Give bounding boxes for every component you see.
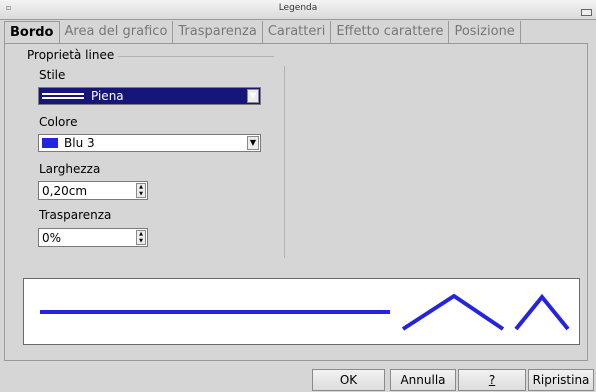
transparency-value[interactable]: 0% bbox=[42, 231, 61, 245]
group-title: Proprietà linee bbox=[27, 48, 115, 62]
help-button[interactable]: ? bbox=[458, 369, 526, 391]
width-label-text: Larghezza bbox=[39, 162, 101, 176]
tab-effetto-carattere[interactable]: Effetto carattere bbox=[331, 21, 450, 43]
width-spinbox[interactable]: 0,20cm ▲ ▼ bbox=[38, 181, 148, 200]
color-label-text: Colore bbox=[39, 115, 78, 129]
tab-caratteri[interactable]: Caratteri bbox=[263, 21, 332, 43]
transparency-spinbox[interactable]: 0% ▲ ▼ bbox=[38, 228, 148, 247]
line-preview-canvas bbox=[40, 293, 570, 331]
tab-posizione[interactable]: Posizione bbox=[449, 21, 521, 43]
reset-button[interactable]: Ripristina bbox=[528, 369, 594, 391]
cancel-button[interactable]: Annulla bbox=[390, 369, 456, 391]
solid-line-icon bbox=[42, 93, 84, 99]
spin-arrows[interactable]: ▲ ▼ bbox=[136, 230, 146, 245]
help-button-label: ? bbox=[488, 373, 496, 387]
tab-bordo[interactable]: Bordo bbox=[4, 21, 60, 44]
tab-area-del-grafico[interactable]: Area del grafico bbox=[60, 21, 174, 43]
width-value[interactable]: 0,20cm bbox=[42, 184, 87, 198]
tab-bar: Bordo Area del grafico Trasparenza Carat… bbox=[4, 21, 521, 44]
color-label: Colore bbox=[39, 115, 77, 129]
spin-arrows[interactable]: ▲ ▼ bbox=[136, 183, 146, 198]
spin-up-icon[interactable]: ▲ bbox=[137, 231, 145, 237]
chevron-down-icon[interactable]: ▼ bbox=[247, 89, 259, 103]
line-preview bbox=[23, 278, 580, 345]
window-title: Legenda bbox=[278, 3, 318, 13]
title-bar: ▫ Legenda bbox=[0, 0, 596, 20]
tab-trasparenza[interactable]: Trasparenza bbox=[173, 21, 263, 43]
color-dropdown[interactable]: Blu 3 ▼ bbox=[38, 134, 261, 152]
group-divider bbox=[118, 56, 274, 57]
chevron-down-icon[interactable]: ▼ bbox=[247, 136, 259, 150]
transparency-label: Trasparenza bbox=[39, 208, 111, 222]
dialog-buttons: OK Annulla ? Ripristina bbox=[0, 369, 596, 392]
color-value: Blu 3 bbox=[64, 136, 95, 150]
preview-angled-line bbox=[401, 293, 505, 331]
style-value: Piena bbox=[91, 89, 124, 103]
transparency-label-text: Trasparenza bbox=[39, 208, 112, 222]
spin-down-icon[interactable]: ▼ bbox=[137, 238, 145, 244]
vertical-separator bbox=[284, 66, 285, 258]
color-swatch bbox=[42, 138, 58, 148]
style-label: Stile bbox=[39, 68, 65, 82]
style-label-text: Stile bbox=[39, 68, 66, 82]
style-dropdown[interactable]: Piena ▼ bbox=[38, 87, 261, 105]
preview-small-angled-line bbox=[514, 293, 570, 331]
spin-down-icon[interactable]: ▼ bbox=[137, 191, 145, 197]
spin-up-icon[interactable]: ▲ bbox=[137, 184, 145, 190]
window-shade-icon[interactable] bbox=[581, 9, 592, 16]
ok-button[interactable]: OK bbox=[312, 369, 385, 391]
width-label: Larghezza bbox=[39, 162, 100, 176]
